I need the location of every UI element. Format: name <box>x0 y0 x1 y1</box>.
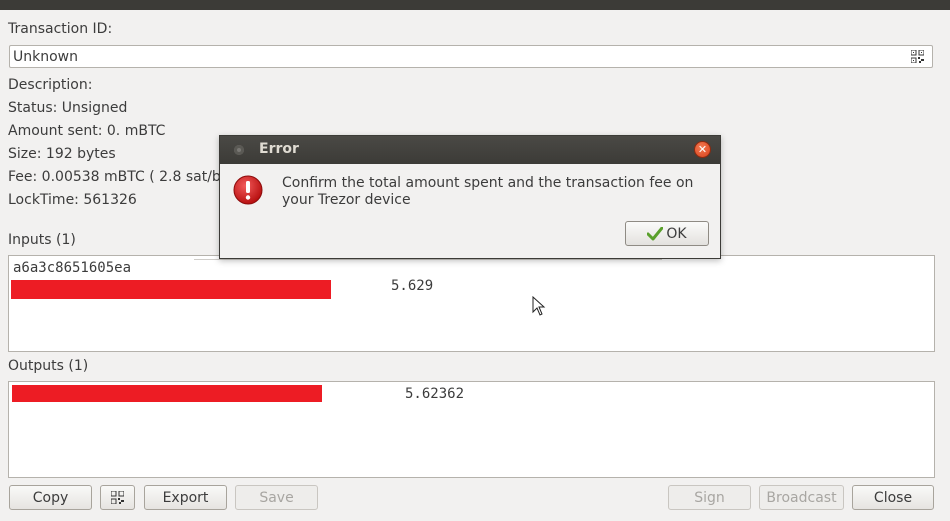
txid-field[interactable]: Unknown <box>9 45 933 68</box>
qrcode-icon <box>111 491 124 504</box>
mouse-cursor-icon <box>532 296 546 316</box>
window-titlebar <box>0 0 950 10</box>
sign-button[interactable]: Sign <box>668 485 751 510</box>
redaction-block <box>12 385 322 402</box>
redaction-block <box>194 259 662 280</box>
dialog-close-button[interactable]: ✕ <box>694 141 711 158</box>
txid-value: Unknown <box>13 49 78 65</box>
amount-sent-label: Amount sent: 0. mBTC <box>8 123 166 139</box>
locktime-label: LockTime: 561326 <box>8 192 137 208</box>
input-amount: 5.629 <box>391 278 434 294</box>
outputs-list[interactable]: 5.62362 <box>8 381 935 478</box>
dialog-title: Error <box>259 141 299 157</box>
input-prevout: a6a3c8651605ea <box>13 260 132 276</box>
output-amount: 5.62362 <box>405 386 465 402</box>
error-dialog: Error ✕ Confirm the total amount spent a… <box>219 135 721 259</box>
status-label: Status: Unsigned <box>8 100 128 116</box>
inputs-label: Inputs (1) <box>8 232 76 248</box>
window-menu-icon[interactable] <box>234 145 244 155</box>
ok-label: OK <box>666 225 687 242</box>
ok-button[interactable]: OK <box>625 221 709 246</box>
description-label: Description: <box>8 77 93 93</box>
close-button[interactable]: Close <box>852 485 934 510</box>
export-button[interactable]: Export <box>144 485 227 510</box>
size-label: Size: 192 bytes <box>8 146 116 162</box>
dialog-message: Confirm the total amount spent and the t… <box>282 175 694 208</box>
fee-label: Fee: 0.00538 mBTC ( 2.8 sat/by <box>8 169 230 185</box>
save-button[interactable]: Save <box>235 485 318 510</box>
qrcode-icon[interactable] <box>911 50 924 63</box>
error-icon <box>233 175 263 205</box>
checkmark-icon <box>647 226 664 240</box>
broadcast-button[interactable]: Broadcast <box>759 485 844 510</box>
qrcode-button[interactable] <box>100 485 135 510</box>
outputs-label: Outputs (1) <box>8 358 89 374</box>
redaction-block <box>11 280 331 299</box>
copy-button[interactable]: Copy <box>9 485 92 510</box>
dialog-titlebar: Error ✕ <box>220 136 720 164</box>
txid-label: Transaction ID: <box>8 21 113 37</box>
inputs-list[interactable]: a6a3c8651605ea 5.629 <box>8 255 935 352</box>
